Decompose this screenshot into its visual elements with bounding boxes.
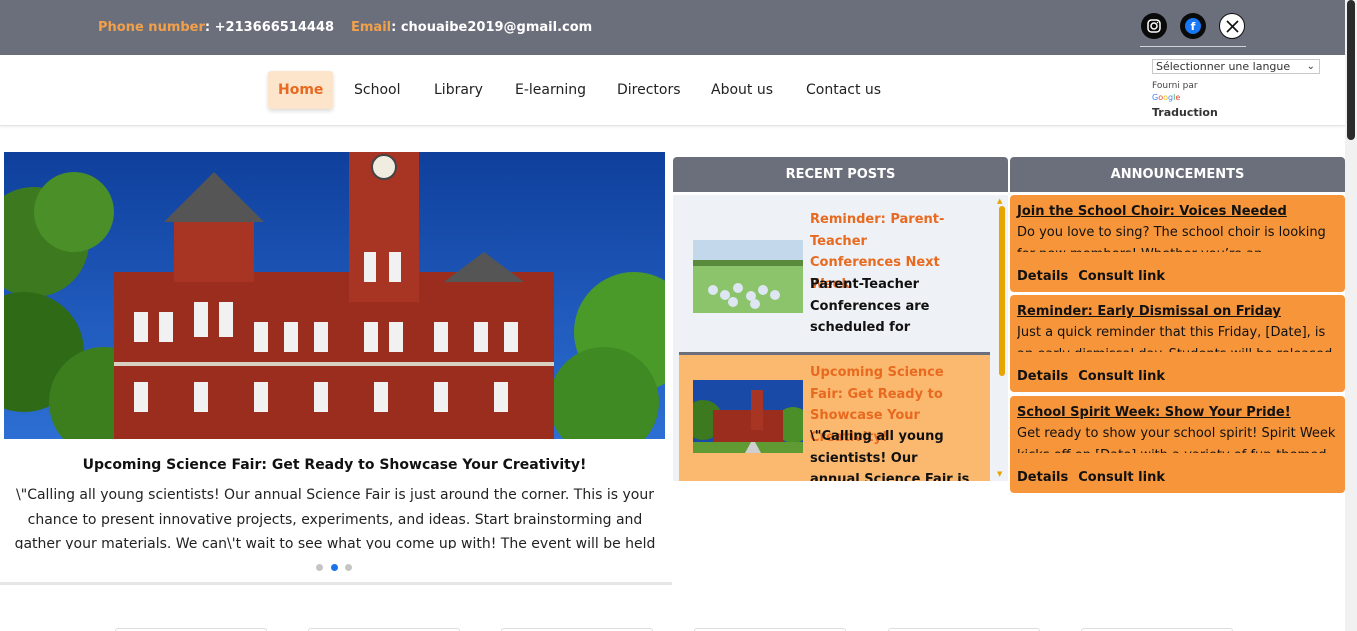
post-excerpt: \"Calling all young scientists! Our annu… (810, 429, 970, 481)
details-link[interactable]: Details (1017, 269, 1068, 284)
details-link[interactable]: Details (1017, 470, 1068, 485)
google-logo[interactable]: Google (1152, 93, 1180, 102)
nav-school[interactable]: School (344, 71, 410, 109)
facebook-glyph: f (1185, 18, 1201, 34)
hero-slider-image (4, 152, 665, 439)
consult-link[interactable]: Consult link (1078, 369, 1165, 384)
phone-contact: Phone number: +213666514448 (98, 20, 334, 35)
announcement-card: Reminder: Early Dismissal on Friday Just… (1010, 295, 1345, 392)
email-label: Email (351, 20, 392, 35)
consult-link[interactable]: Consult link (1078, 470, 1165, 485)
announcement-body: Do you love to sing? The school choir is… (1017, 225, 1326, 252)
instagram-icon[interactable] (1141, 13, 1167, 39)
post-thumbnail (693, 380, 803, 453)
traduction-link[interactable]: Traduction (1152, 106, 1218, 119)
language-select-value: Sélectionner une langue (1156, 60, 1291, 73)
recent-posts-list: Reminder: Parent-Teacher Conferences Nex… (673, 195, 1008, 481)
announcement-card: School Spirit Week: Show Your Pride! Get… (1010, 396, 1345, 493)
announcement-body: Get ready to show your school spirit! Sp… (1017, 426, 1336, 453)
announcement-title[interactable]: Reminder: Early Dismissal on Friday (1017, 303, 1338, 321)
nav-e-learning[interactable]: E-learning (505, 71, 596, 109)
nav-contact-us[interactable]: Contact us (796, 71, 891, 109)
page-scroll-thumb[interactable] (1347, 0, 1355, 140)
post-excerpt: Parent-Teacher Conferences are scheduled… (810, 277, 930, 335)
scroll-up-icon[interactable]: ▲ (997, 197, 1002, 205)
announcement-links: Details Consult link (1017, 369, 1175, 384)
announcement-title[interactable]: Join the School Choir: Voices Needed (1017, 203, 1338, 221)
announcement-links: Details Consult link (1017, 269, 1175, 284)
announcement-links: Details Consult link (1017, 470, 1175, 485)
nav-about-us[interactable]: About us (701, 71, 783, 109)
main-navigation: Home School Library E-learning Directors… (0, 55, 1345, 126)
phone-label: Phone number (98, 20, 205, 35)
nav-library[interactable]: Library (424, 71, 493, 109)
chevron-down-icon: ⌄ (1306, 61, 1315, 72)
language-select[interactable]: Sélectionner une langue ⌄ (1152, 59, 1320, 74)
slider-dot-2[interactable] (331, 564, 338, 571)
posts-scroll-thumb[interactable] (999, 206, 1005, 376)
announcement-body: Just a quick reminder that this Friday, … (1017, 325, 1332, 352)
powered-by-label: Fourni par (1152, 81, 1198, 91)
x-twitter-icon[interactable] (1219, 13, 1245, 39)
page-scrollbar[interactable] (1345, 0, 1357, 631)
posts-scrollbar[interactable]: ▲ ▼ (997, 197, 1007, 481)
details-link[interactable]: Details (1017, 369, 1068, 384)
consult-link[interactable]: Consult link (1078, 269, 1165, 284)
email-value: : chouaibe2019@gmail.com (391, 20, 593, 35)
slide-text: \"Calling all young scientists! Our annu… (14, 487, 656, 549)
scroll-down-icon[interactable]: ▼ (997, 470, 1002, 478)
post-thumbnail (693, 240, 803, 313)
nav-directors[interactable]: Directors (607, 71, 691, 109)
nav-home[interactable]: Home (268, 71, 334, 109)
announcements-heading: ANNOUNCEMENTS (1010, 157, 1345, 192)
email-contact: Email: chouaibe2019@gmail.com (351, 20, 592, 35)
slider-dot-1[interactable] (316, 564, 323, 571)
announcement-card: Join the School Choir: Voices Needed Do … (1010, 195, 1345, 292)
slider-divider (0, 582, 672, 585)
post-item[interactable]: Upcoming Science Fair: Get Ready to Show… (679, 355, 990, 481)
slider-dot-3[interactable] (345, 564, 352, 571)
post-item[interactable]: Reminder: Parent-Teacher Conferences Nex… (679, 195, 990, 352)
facebook-icon[interactable]: f (1180, 13, 1206, 39)
slide-title: Upcoming Science Fair: Get Ready to Show… (82, 457, 587, 473)
phone-value: : +213666514448 (204, 20, 335, 35)
social-underline (1140, 46, 1246, 47)
recent-posts-heading: RECENT POSTS (673, 157, 1008, 192)
announcement-title[interactable]: School Spirit Week: Show Your Pride! (1017, 404, 1338, 422)
